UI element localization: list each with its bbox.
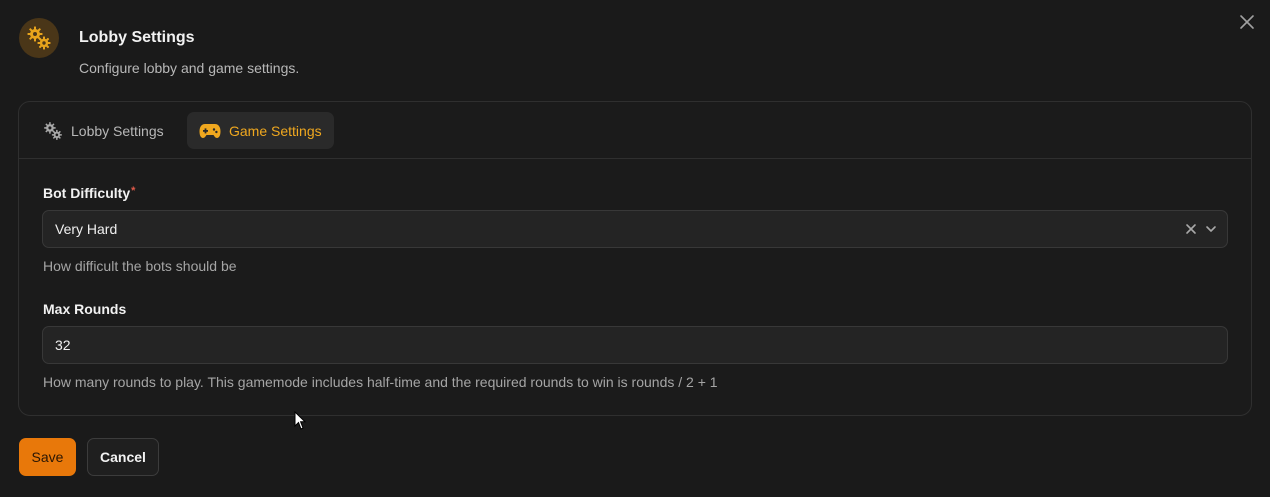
mouse-cursor-icon (294, 411, 307, 430)
required-marker: * (131, 185, 136, 197)
dialog-subtitle: Configure lobby and game settings. (79, 60, 300, 76)
chevron-down-icon[interactable] (1205, 223, 1217, 235)
bot-difficulty-label-text: Bot Difficulty (43, 185, 131, 201)
close-icon (1240, 15, 1254, 29)
lobby-settings-dialog: Lobby Settings Configure lobby and game … (0, 0, 1270, 497)
max-rounds-help: How many rounds to play. This gamemode i… (43, 374, 718, 390)
save-button[interactable]: Save (19, 438, 76, 476)
gamepad-icon (199, 123, 221, 138)
tab-label: Game Settings (229, 122, 322, 139)
tab-bar: Lobby Settings Game Settings (19, 102, 1251, 159)
max-rounds-input[interactable]: 32 (42, 326, 1228, 364)
bot-difficulty-help: How difficult the bots should be (43, 258, 237, 274)
bot-difficulty-value: Very Hard (55, 221, 118, 237)
header-gears-icon (19, 18, 59, 58)
tab-lobby-settings[interactable]: Lobby Settings (31, 112, 176, 149)
settings-card: Lobby Settings Game Settings Bot Difficu… (18, 101, 1252, 416)
max-rounds-label: Max Rounds (43, 301, 127, 317)
tab-label: Lobby Settings (71, 122, 164, 139)
clear-icon[interactable] (1185, 223, 1197, 235)
select-actions (1185, 211, 1217, 247)
bot-difficulty-select[interactable]: Very Hard (42, 210, 1228, 248)
tab-game-settings[interactable]: Game Settings (187, 112, 334, 149)
max-rounds-value: 32 (55, 337, 71, 353)
gears-icon (44, 121, 62, 140)
cancel-button[interactable]: Cancel (87, 438, 159, 476)
dialog-title: Lobby Settings (79, 29, 195, 46)
bot-difficulty-label: Bot Difficulty* (43, 185, 135, 201)
close-button[interactable] (1236, 11, 1258, 33)
